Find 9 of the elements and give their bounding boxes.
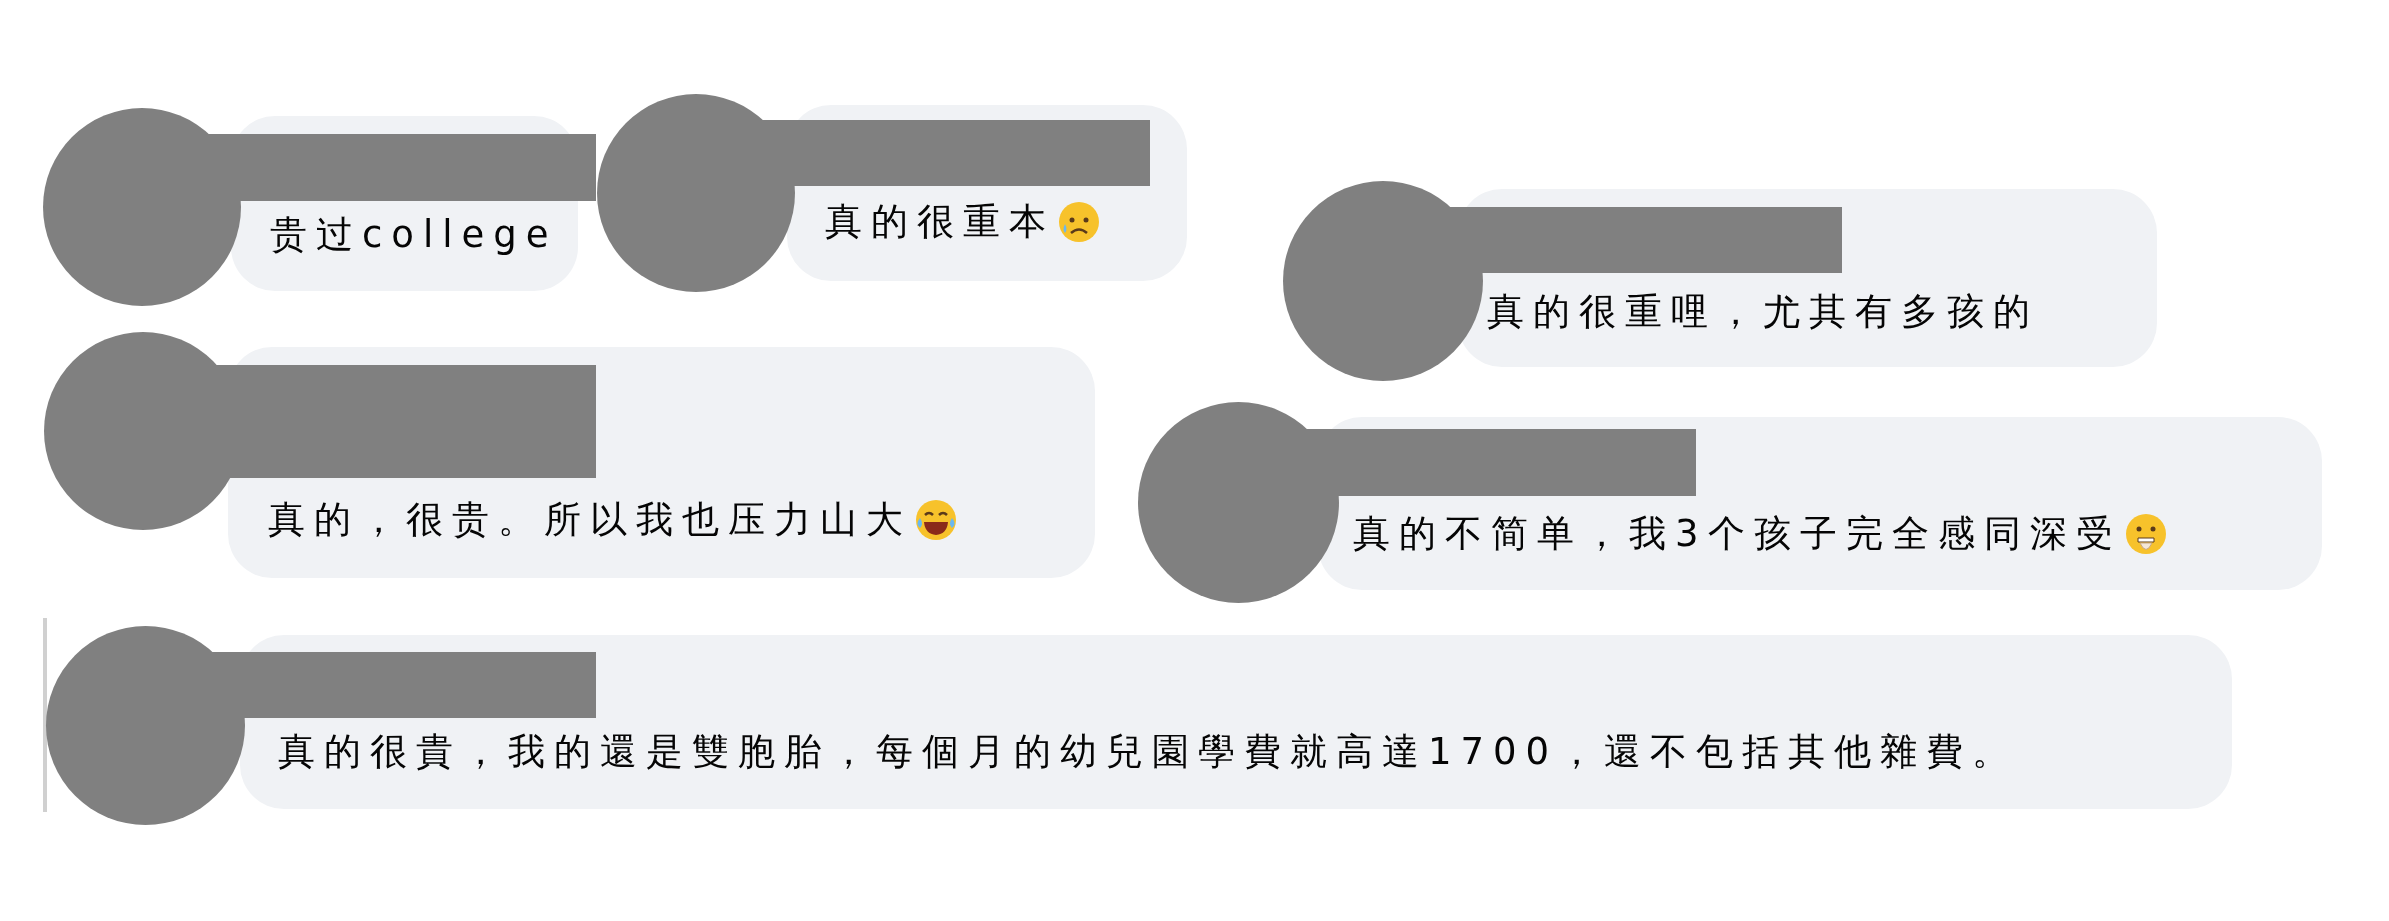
sad-face-emoji-icon: [1057, 200, 1101, 244]
comment-text: 真的很重本: [825, 200, 1055, 244]
comment-text: 真的不简单，我3个孩子完全感同深受: [1353, 512, 2122, 556]
comment-text: 真的，很贵。所以我也压力山大: [268, 498, 912, 542]
comment-text: 真的很貴，我的還是雙胞胎，每個月的幼兒園學費就高達1700，還不包括其他雜費。: [278, 730, 2019, 774]
laughing-face-emoji-icon: [914, 498, 958, 542]
hand-over-mouth-emoji-icon: [2123, 512, 2168, 556]
comment-text: 真的很重哩，尤其有多孩的: [1487, 290, 2039, 334]
comment-text: 贵过college: [270, 213, 558, 257]
